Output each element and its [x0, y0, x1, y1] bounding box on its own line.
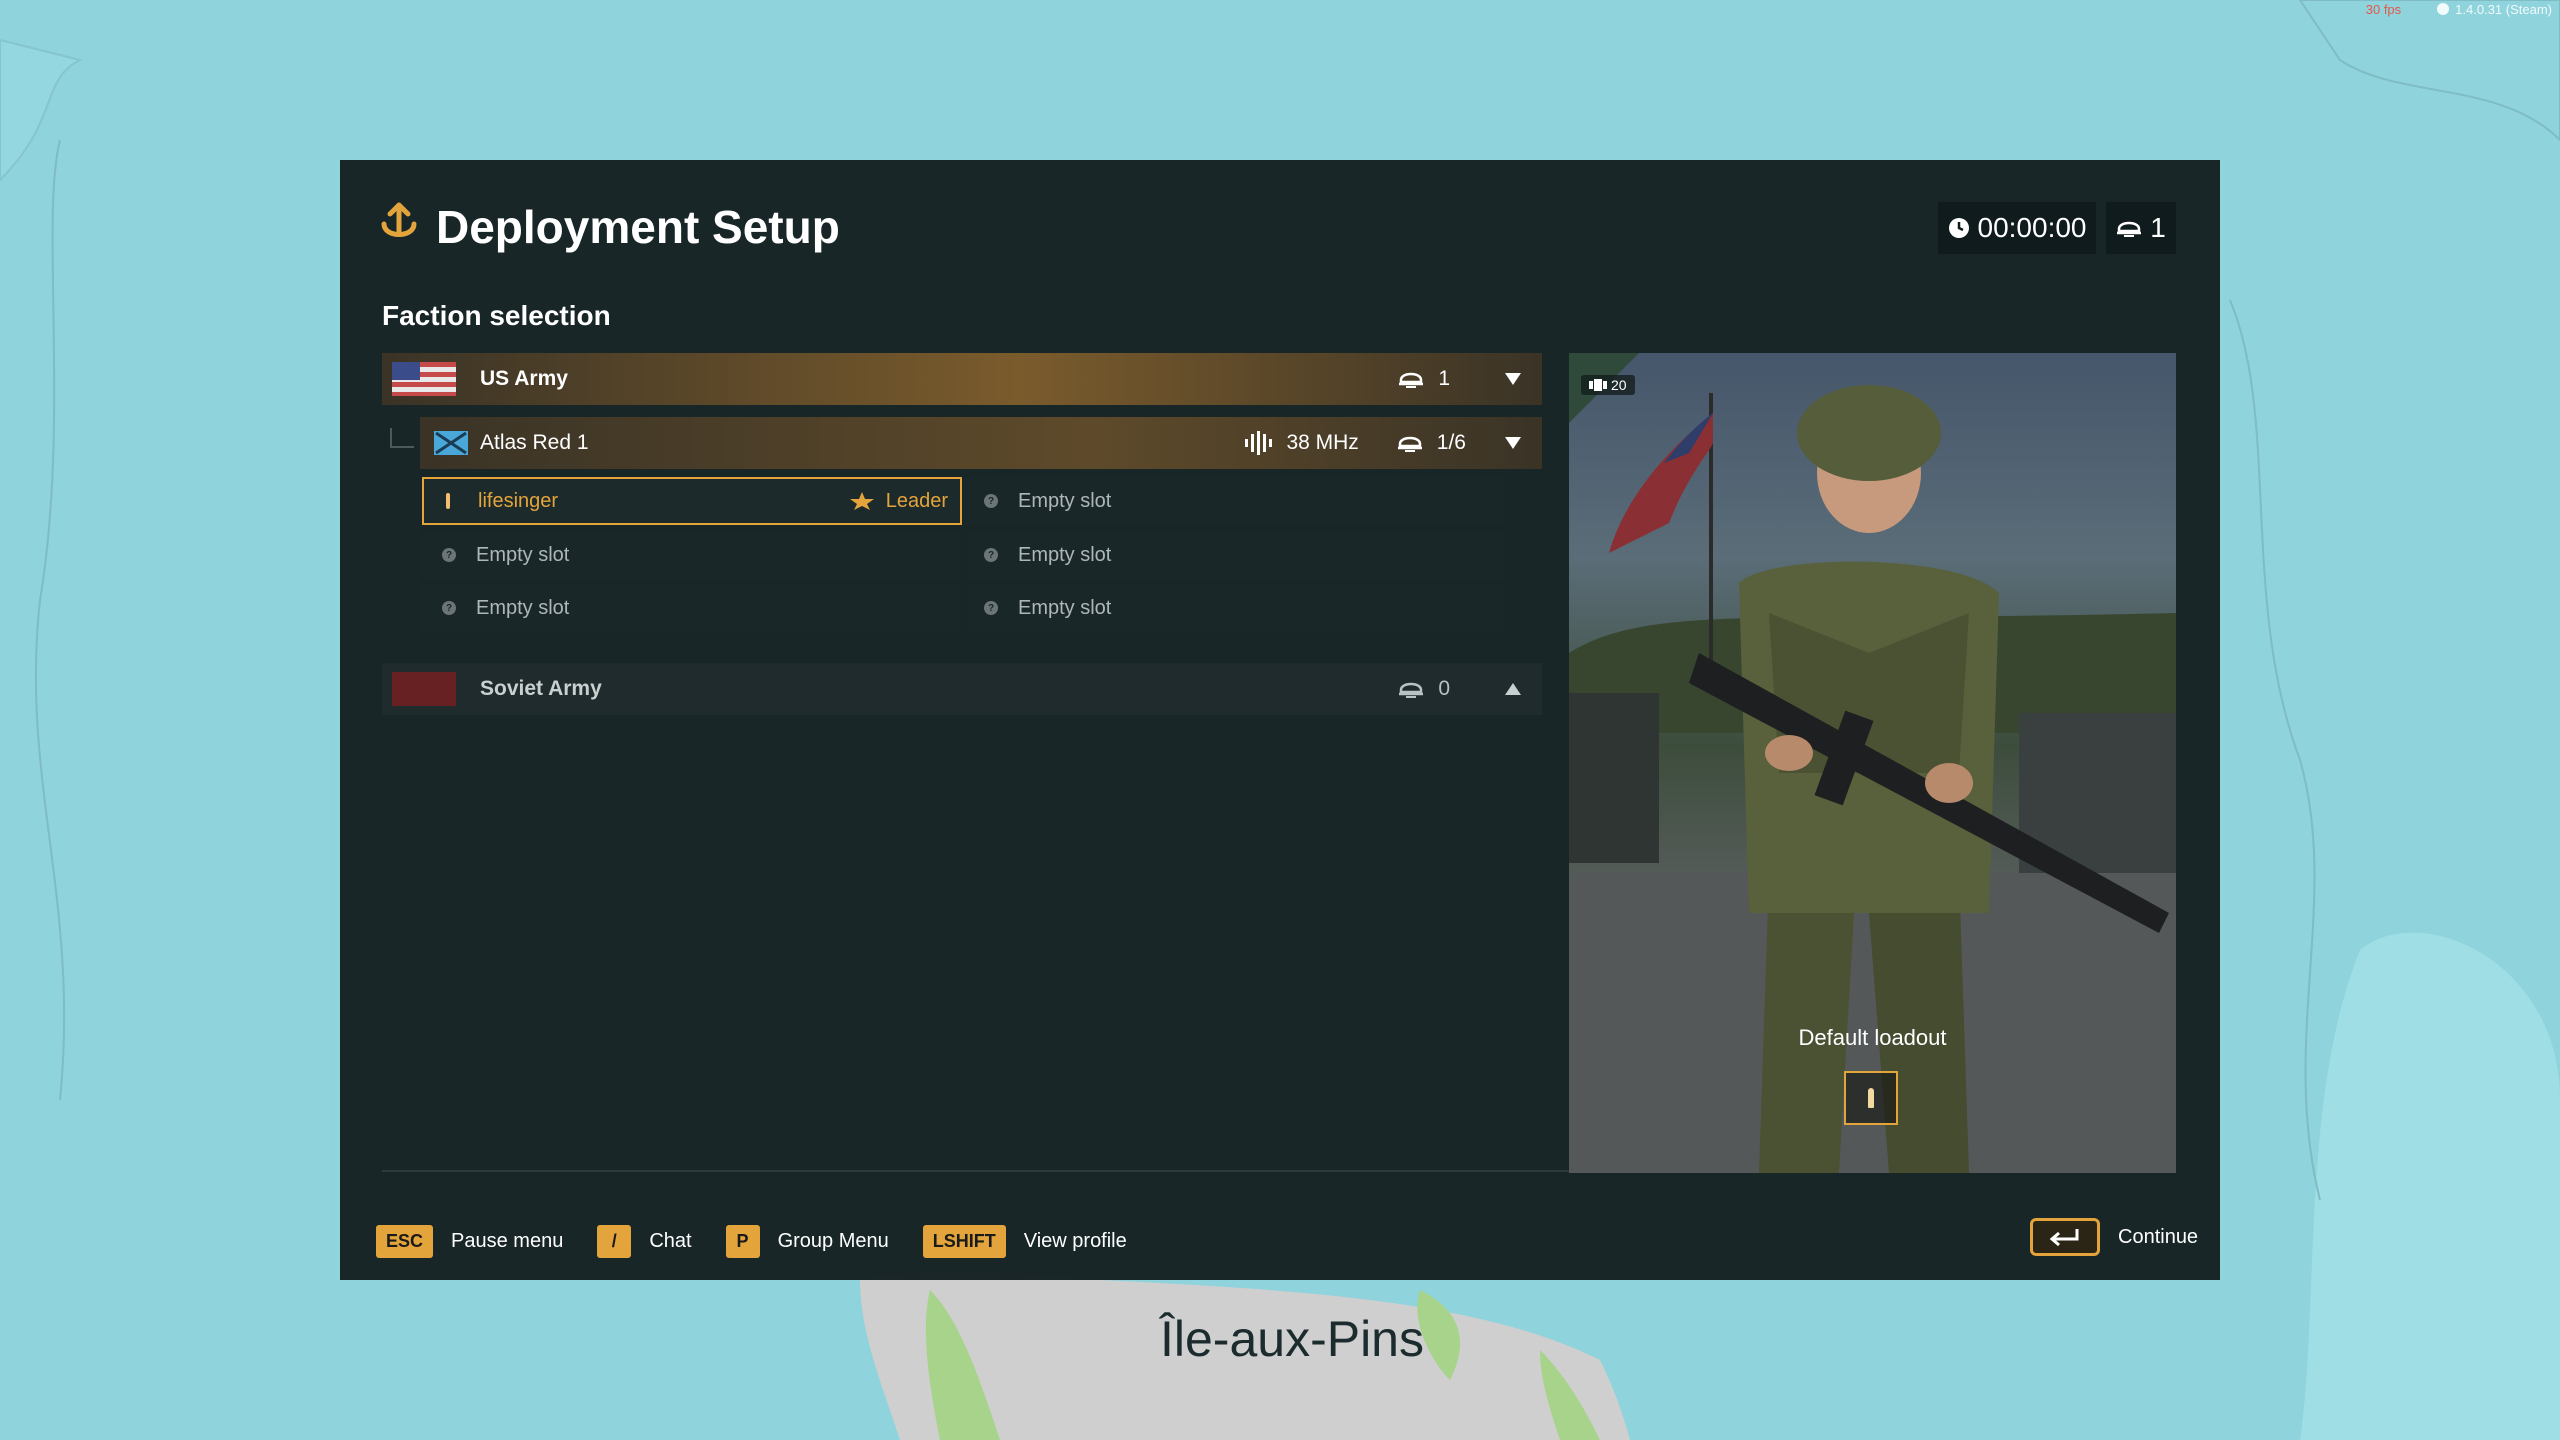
- question-icon: ?: [984, 494, 998, 508]
- map-location-label: Île-aux-Pins: [1160, 1311, 1424, 1367]
- slot-empty[interactable]: ? Empty slot: [964, 531, 1504, 579]
- group-row-atlas-red-1[interactable]: Atlas Red 1 38 MHz 1/6: [420, 417, 1542, 469]
- footer-hints: ESC Pause menu / Chat P Group Menu LSHIF…: [376, 1225, 1161, 1258]
- key-lshift[interactable]: LSHIFT: [922, 1225, 1006, 1258]
- radio-frequency-icon: [1245, 431, 1273, 455]
- slot-empty[interactable]: ? Empty slot: [422, 584, 962, 632]
- key-esc[interactable]: ESC: [376, 1225, 434, 1258]
- bullet-icon: [446, 493, 450, 509]
- key-p[interactable]: P: [725, 1225, 760, 1258]
- player-count-value: 1: [2150, 212, 2166, 243]
- faction-row-us-army[interactable]: US Army 1: [382, 353, 1542, 405]
- slot-label: Empty slot: [1018, 596, 1112, 619]
- loadout-label: Default loadout: [1798, 1025, 1947, 1050]
- leader-tag: Leader: [848, 479, 948, 523]
- group-frequency: 38 MHz: [1286, 431, 1359, 454]
- hint-label[interactable]: View profile: [1024, 1230, 1127, 1253]
- continue-button[interactable]: Continue: [2030, 1218, 2198, 1256]
- faction-info: 1: [1398, 353, 1522, 405]
- soviet-flag-icon: [392, 672, 456, 706]
- hint-label[interactable]: Chat: [649, 1230, 691, 1253]
- question-icon: ?: [984, 601, 998, 615]
- group-name: Atlas Red 1: [480, 431, 589, 454]
- players-icon: [1397, 436, 1422, 452]
- slot-label: Empty slot: [476, 543, 570, 566]
- fps-counter: 30 fps: [2365, 2, 2402, 17]
- leader-label: Leader: [885, 489, 948, 512]
- version-info: 1.4.0.31 (Steam): [2437, 2, 2552, 17]
- slot-player-name: lifesinger: [478, 489, 559, 512]
- question-icon: ?: [442, 548, 456, 562]
- slot-label: Empty slot: [476, 596, 570, 619]
- level-badge: 20: [1581, 375, 1635, 395]
- players-icon: [2117, 221, 2142, 237]
- faction-player-count: 0: [1438, 677, 1450, 700]
- chevron-down-icon[interactable]: [1504, 372, 1522, 386]
- deployment-setup-panel: Deployment Setup 00:00:00 1 Faction sele…: [340, 160, 2220, 1280]
- leader-icon: [849, 492, 874, 510]
- faction-name: Soviet Army: [480, 677, 602, 700]
- chevron-down-icon[interactable]: [1504, 436, 1522, 450]
- page-title: Deployment Setup: [436, 201, 840, 253]
- slot-leader[interactable]: lifesinger Leader: [422, 477, 962, 525]
- chevron-up-icon[interactable]: [1504, 682, 1522, 696]
- slot-empty[interactable]: ? Empty slot: [964, 584, 1504, 632]
- slot-label: Empty slot: [1018, 543, 1112, 566]
- section-title: Faction selection: [382, 300, 611, 331]
- rank-icon: [1589, 379, 1607, 391]
- question-icon: ?: [984, 548, 998, 562]
- timer-value: 00:00:00: [1977, 212, 2087, 243]
- faction-player-count: 1: [1438, 367, 1450, 390]
- key-slash[interactable]: /: [597, 1225, 632, 1258]
- group-flag-icon: [434, 431, 468, 455]
- hint-label[interactable]: Pause menu: [451, 1230, 563, 1253]
- player-count-box: 1: [2106, 202, 2176, 254]
- group-info: 38 MHz 1/6: [1244, 417, 1522, 469]
- players-icon: [1399, 372, 1424, 388]
- deploy-icon: [381, 202, 417, 237]
- version-text: 1.4.0.31 (Steam): [2455, 2, 2552, 17]
- slot-label: Empty slot: [1018, 489, 1112, 512]
- level-value: 20: [1611, 377, 1627, 393]
- hint-label[interactable]: Group Menu: [778, 1230, 889, 1253]
- timer-box: 00:00:00: [1938, 202, 2096, 254]
- players-icon: [1399, 682, 1424, 698]
- faction-row-soviet-army[interactable]: Soviet Army 0: [382, 663, 1542, 715]
- divider: [382, 1170, 1574, 1172]
- slot-empty[interactable]: ? Empty slot: [422, 531, 962, 579]
- tree-connector: [390, 428, 414, 448]
- faction-info: 0: [1398, 663, 1522, 715]
- clock-icon: [1948, 218, 1969, 238]
- slot-empty[interactable]: ? Empty slot: [964, 477, 1504, 525]
- status-bar: 30 fps 1.4.0.31 (Steam): [2366, 2, 2552, 17]
- bullet-icon: [1868, 1088, 1874, 1108]
- faction-name: US Army: [480, 367, 568, 390]
- question-icon: ?: [442, 601, 456, 615]
- group-slots-filled: 1/6: [1436, 431, 1466, 454]
- info-icon: [2437, 3, 2450, 15]
- enter-key-icon: [2030, 1218, 2100, 1256]
- loadout-select-button[interactable]: [1844, 1071, 1898, 1125]
- continue-label: Continue: [2118, 1225, 2199, 1248]
- us-flag-icon: [392, 362, 456, 396]
- character-preview: 20 Default loadout: [1569, 353, 2176, 1173]
